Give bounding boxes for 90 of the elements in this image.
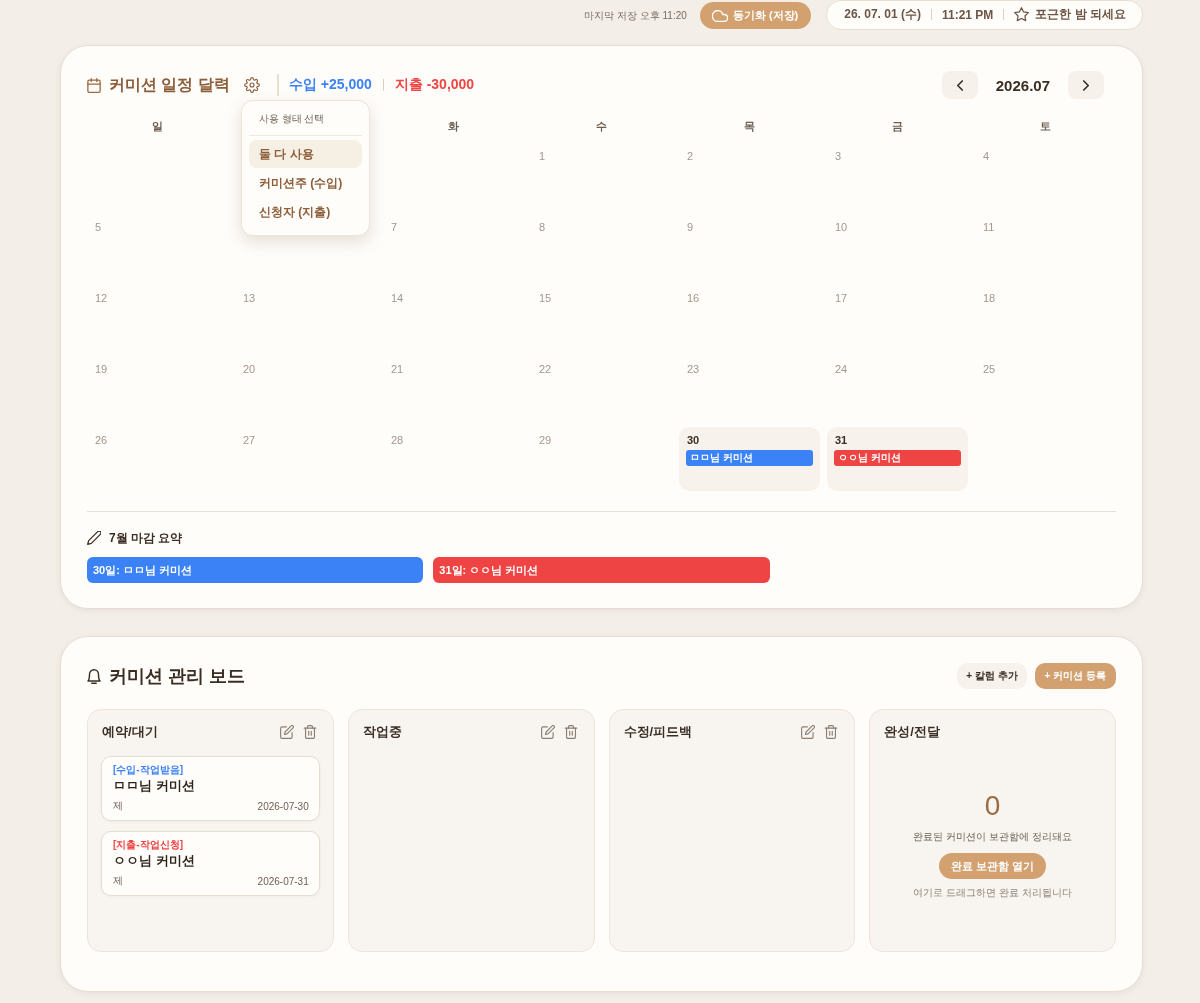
day-number: 1 xyxy=(538,149,546,163)
weekday-label: 토 xyxy=(1040,118,1051,134)
chevron-right-icon xyxy=(1083,79,1089,91)
month-label: 2026.07 xyxy=(995,76,1050,94)
weekday-label: 화 xyxy=(448,118,459,134)
time-text: 11:21 PM xyxy=(941,7,994,22)
weekday-label: 일 xyxy=(152,118,163,134)
weekday-label: 금 xyxy=(892,118,903,134)
day-number: 2 xyxy=(686,149,694,163)
day-number: 14 xyxy=(390,291,404,305)
menu-item[interactable]: 커미션주 (수입) xyxy=(248,169,362,197)
day-cell[interactable]: 31 ㅇㅇ님 커미션 xyxy=(827,427,968,491)
next-month-button[interactable] xyxy=(1068,71,1104,99)
menu-item[interactable]: 둘 다 사용 xyxy=(248,140,362,168)
star-icon xyxy=(1014,7,1030,22)
day-number: 18 xyxy=(982,291,996,305)
day-number: 7 xyxy=(390,220,398,234)
card-title: ㅇㅇ님 커미션 xyxy=(113,852,195,869)
card-title: ㅁㅁ님 커미션 xyxy=(113,777,195,794)
income-total: 수입 +25,000 xyxy=(288,76,372,94)
day-number: 11 xyxy=(982,220,995,234)
date-text: 26. 07. 01 (수) xyxy=(844,6,921,23)
event-bar[interactable]: ㅁㅁ님 커미션 xyxy=(686,450,813,466)
cloud-icon xyxy=(711,9,728,22)
column-title: 작업중 xyxy=(362,723,402,741)
card-footer-text: 제 xyxy=(113,874,123,888)
day-number: 22 xyxy=(538,362,552,376)
day-number: 8 xyxy=(538,220,546,234)
day-number: 31 xyxy=(834,433,848,447)
column-title: 수정/피드백 xyxy=(623,723,693,741)
commission-card[interactable]: [지출-작업신청] ㅇㅇ님 커미션 제 2026-07-31 xyxy=(101,831,320,896)
day-number: 15 xyxy=(538,291,552,305)
day-number: 9 xyxy=(686,220,694,234)
add-column-button[interactable]: + 칼럼 추가 xyxy=(957,663,1027,689)
trash-icon[interactable] xyxy=(302,725,317,739)
due-date: 2026-07-31 xyxy=(257,875,309,887)
day-number: 29 xyxy=(538,433,552,447)
day-number: 3 xyxy=(834,149,842,163)
event-bar[interactable]: ㅇㅇ님 커미션 xyxy=(834,450,961,466)
day-number: 24 xyxy=(834,362,848,376)
day-number: 25 xyxy=(982,362,996,376)
day-number: 12 xyxy=(94,291,108,305)
board-title: 커미션 관리 보드 xyxy=(109,665,245,688)
type-tag: [지출-작업신청] xyxy=(113,839,183,851)
completed-count: 0 xyxy=(984,790,1001,822)
day-number: 13 xyxy=(242,291,256,305)
type-tag: [수입-작업받음] xyxy=(113,764,183,776)
previous-month-button[interactable] xyxy=(941,71,978,99)
trash-icon[interactable] xyxy=(824,725,839,739)
column-title: 예약/대기 xyxy=(102,723,158,741)
day-number: 28 xyxy=(390,433,404,447)
calendar-title: 커미션 일정 달력 xyxy=(109,74,230,95)
deadline-chip[interactable]: 31일: ㅇㅇ님 커미션 xyxy=(433,557,770,583)
day-number: 19 xyxy=(94,362,108,376)
weekday-label: 수 xyxy=(596,118,607,134)
deadline-chip[interactable]: 30일: ㅁㅁ님 커미션 xyxy=(87,557,424,583)
day-number: 20 xyxy=(242,362,256,376)
edit-icon[interactable] xyxy=(279,725,294,739)
pencil-icon xyxy=(87,531,101,545)
card-footer-text: 제 xyxy=(113,799,123,813)
weekday-label: 목 xyxy=(744,118,755,134)
summary-title: 7월 마감 요약 xyxy=(109,529,183,547)
day-number: 30 xyxy=(686,433,700,447)
column-title: 완성/전달 xyxy=(884,723,940,741)
drop-hint: 여기로 드래그하면 완료 처리됩니다 xyxy=(913,886,1072,900)
day-number: 5 xyxy=(94,220,102,234)
day-number: 21 xyxy=(390,362,404,376)
menu-item[interactable]: 신청자 (지출) xyxy=(248,198,362,226)
day-number: 26 xyxy=(94,433,108,447)
last-saved-text: 마지막 저장 오후 11:20 xyxy=(584,8,687,23)
archive-message: 완료된 커미션이 보관함에 정리돼요 xyxy=(913,830,1072,844)
commission-card[interactable]: [수입-작업받음] ㅁㅁ님 커미션 제 2026-07-30 xyxy=(101,756,320,821)
bell-icon xyxy=(87,668,101,684)
trash-icon[interactable] xyxy=(563,725,578,739)
day-number: 27 xyxy=(242,433,256,447)
day-cell[interactable]: 30 ㅁㅁ님 커미션 xyxy=(679,427,820,491)
menu-title: 사용 형태 선택 xyxy=(257,112,326,126)
greeting-text: 포근한 밤 되세요 xyxy=(1035,6,1126,23)
edit-icon[interactable] xyxy=(540,725,555,739)
settings-icon[interactable] xyxy=(243,77,260,93)
day-number: 17 xyxy=(834,291,848,305)
day-number: 23 xyxy=(686,362,700,376)
chevron-left-icon xyxy=(956,79,963,91)
day-number: 10 xyxy=(834,220,848,234)
calendar-icon xyxy=(87,77,101,93)
due-date: 2026-07-30 xyxy=(257,800,309,812)
day-number: 16 xyxy=(686,291,700,305)
edit-icon[interactable] xyxy=(801,725,816,739)
day-number: 4 xyxy=(982,149,990,163)
expense-total: 지출 -30,000 xyxy=(394,76,475,94)
